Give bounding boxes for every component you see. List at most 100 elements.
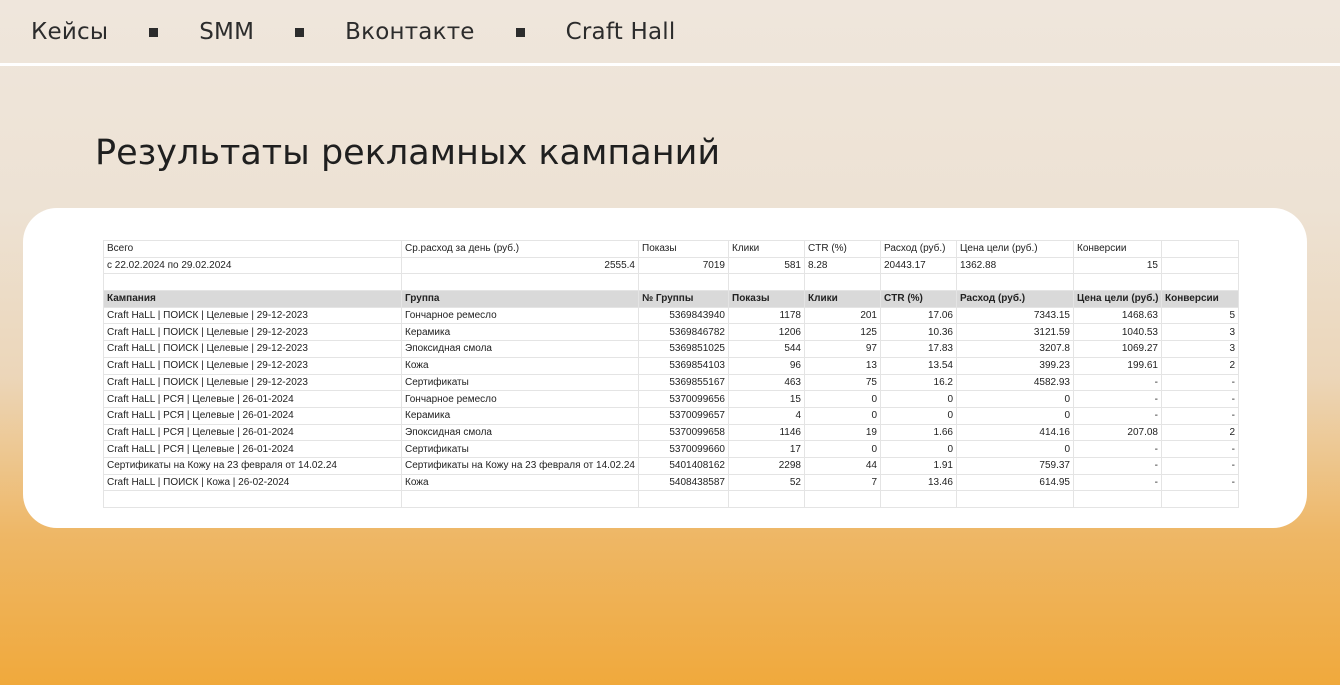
table-cell: - bbox=[1073, 440, 1162, 458]
summary-value-cell: 581 bbox=[728, 256, 805, 275]
table-row: Craft HaLL | ПОИСК | Целевые | 29-12-202… bbox=[103, 356, 1239, 375]
table-row: Craft HaLL | ПОИСК | Целевые | 29-12-202… bbox=[103, 373, 1239, 392]
table-cell: 614.95 bbox=[956, 473, 1074, 492]
empty-cell bbox=[956, 273, 1074, 292]
table-cell: 96 bbox=[728, 356, 805, 375]
table-cell: 759.37 bbox=[956, 456, 1074, 475]
table-cell: 1146 bbox=[728, 423, 805, 442]
table-cell: 15 bbox=[728, 390, 805, 408]
summary-header-cell: Цена цели (руб.) bbox=[956, 240, 1074, 258]
table-cell: Керамика bbox=[401, 406, 639, 425]
results-card: Всего Ср.расход за день (руб.) Показы Клики… bbox=[23, 208, 1307, 528]
table-cell: Сертификаты на Кожу на 23 февраля от 14.… bbox=[103, 456, 402, 475]
table-cell: 5370099657 bbox=[638, 406, 729, 425]
table-cell: 1069.27 bbox=[1073, 340, 1162, 358]
table-cell: 5401408162 bbox=[638, 456, 729, 475]
summary-value-cell: с 22.02.2024 по 29.02.2024 bbox=[103, 256, 402, 275]
table-row: Craft HaLL | РСЯ | Целевые | 26-01-2024 С… bbox=[103, 440, 1239, 458]
breadcrumb-vkontakte[interactable]: Вконтакте bbox=[345, 19, 475, 45]
table-cell: 44 bbox=[804, 456, 881, 475]
table-cell: 3121.59 bbox=[956, 323, 1074, 342]
breadcrumb-cases[interactable]: Кейсы bbox=[31, 19, 108, 45]
table-cell: 1178 bbox=[728, 306, 805, 325]
table-cell: 125 bbox=[804, 323, 881, 342]
table-cell: Кожа bbox=[401, 356, 639, 375]
summary-value-row: с 22.02.2024 по 29.02.2024 2555.4 7019 581 8… bbox=[103, 256, 1239, 275]
table-cell: 17.83 bbox=[880, 340, 957, 358]
table-cell: 5 bbox=[1161, 306, 1239, 325]
table-cell: 0 bbox=[804, 406, 881, 425]
table-cell: Гончарное ремесло bbox=[401, 306, 639, 325]
table-cell: Craft HaLL | РСЯ | Целевые | 26-01-2024 bbox=[103, 390, 402, 408]
table-cell: 0 bbox=[956, 440, 1074, 458]
empty-cell bbox=[401, 273, 639, 292]
table-row: Craft HaLL | РСЯ | Целевые | 26-01-2024 Г… bbox=[103, 390, 1239, 408]
table-cell: 414.16 bbox=[956, 423, 1074, 442]
empty-cell bbox=[1073, 273, 1162, 292]
table-cell: 544 bbox=[728, 340, 805, 358]
table-row: Craft HaLL | ПОИСК | Целевые | 29-12-202… bbox=[103, 306, 1239, 325]
table-cell: 10.36 bbox=[880, 323, 957, 342]
summary-value-cell: 15 bbox=[1073, 256, 1162, 275]
table-header-cell: Расход (руб.) bbox=[956, 290, 1074, 308]
summary-value-cell: 2555.4 bbox=[401, 256, 639, 275]
table-header-cell: CTR (%) bbox=[880, 290, 957, 308]
table-cell: 3 bbox=[1161, 323, 1239, 342]
table-cell: 5369846782 bbox=[638, 323, 729, 342]
table-row: Craft HaLL | РСЯ | Целевые | 26-01-2024 К… bbox=[103, 406, 1239, 425]
table-cell: 1.91 bbox=[880, 456, 957, 475]
header-divider bbox=[0, 63, 1340, 66]
table-cell: 1.66 bbox=[880, 423, 957, 442]
table-cell: 17 bbox=[728, 440, 805, 458]
table-cell: Сертификаты на Кожу на 23 февраля от 14.… bbox=[401, 456, 639, 475]
table-cell: 3 bbox=[1161, 340, 1239, 358]
table-cell: 0 bbox=[956, 406, 1074, 425]
table-cell: 7 bbox=[804, 473, 881, 492]
table-cell: - bbox=[1161, 440, 1239, 458]
breadcrumb-smm[interactable]: SMM bbox=[199, 19, 254, 45]
table-cell: - bbox=[1073, 390, 1162, 408]
table-cell: 0 bbox=[956, 390, 1074, 408]
empty-cell bbox=[1161, 490, 1239, 508]
table-cell: 0 bbox=[880, 390, 957, 408]
results-table: Всего Ср.расход за день (руб.) Показы Клики… bbox=[103, 240, 1239, 508]
table-cell: 5408438587 bbox=[638, 473, 729, 492]
table-cell: Сертификаты bbox=[401, 373, 639, 392]
table-cell: Craft HaLL | ПОИСК | Целевые | 29-12-202… bbox=[103, 340, 402, 358]
blank-row bbox=[103, 273, 1239, 292]
table-cell: 13 bbox=[804, 356, 881, 375]
table-cell: 0 bbox=[804, 390, 881, 408]
table-cell: 4582.93 bbox=[956, 373, 1074, 392]
table-cell: 199.61 bbox=[1073, 356, 1162, 375]
table-cell: 0 bbox=[804, 440, 881, 458]
table-cell: - bbox=[1161, 456, 1239, 475]
table-cell: 5369851025 bbox=[638, 340, 729, 358]
table-cell: 13.46 bbox=[880, 473, 957, 492]
summary-value-cell: 7019 bbox=[638, 256, 729, 275]
table-cell: - bbox=[1073, 473, 1162, 492]
table-cell: 5370099656 bbox=[638, 390, 729, 408]
table-cell: Craft HaLL | ПОИСК | Кожа | 26-02-2024 bbox=[103, 473, 402, 492]
table-cell: Craft HaLL | ПОИСК | Целевые | 29-12-202… bbox=[103, 306, 402, 325]
table-row: Сертификаты на Кожу на 23 февраля от 14.… bbox=[103, 456, 1239, 475]
table-cell: 75 bbox=[804, 373, 881, 392]
table-cell: Гончарное ремесло bbox=[401, 390, 639, 408]
table-cell: 399.23 bbox=[956, 356, 1074, 375]
summary-header-cell: Конверсии bbox=[1073, 240, 1162, 258]
empty-cell bbox=[1161, 256, 1239, 275]
empty-cell bbox=[1161, 240, 1239, 258]
empty-cell bbox=[880, 273, 957, 292]
summary-value-cell: 8.28 bbox=[804, 256, 881, 275]
table-header-cell: № Группы bbox=[638, 290, 729, 308]
table-header-row: Кампания Группа № Группы Показы Клики CTR (%)… bbox=[103, 290, 1239, 308]
table-cell: 2 bbox=[1161, 423, 1239, 442]
table-header-cell: Показы bbox=[728, 290, 805, 308]
table-row: Craft HaLL | ПОИСК | Целевые | 29-12-202… bbox=[103, 340, 1239, 358]
table-cell: - bbox=[1073, 373, 1162, 392]
table-cell: - bbox=[1161, 390, 1239, 408]
empty-cell bbox=[728, 273, 805, 292]
empty-cell bbox=[1073, 490, 1162, 508]
summary-header-cell: Всего bbox=[103, 240, 402, 258]
table-cell: 3207.8 bbox=[956, 340, 1074, 358]
table-cell: 7343.15 bbox=[956, 306, 1074, 325]
